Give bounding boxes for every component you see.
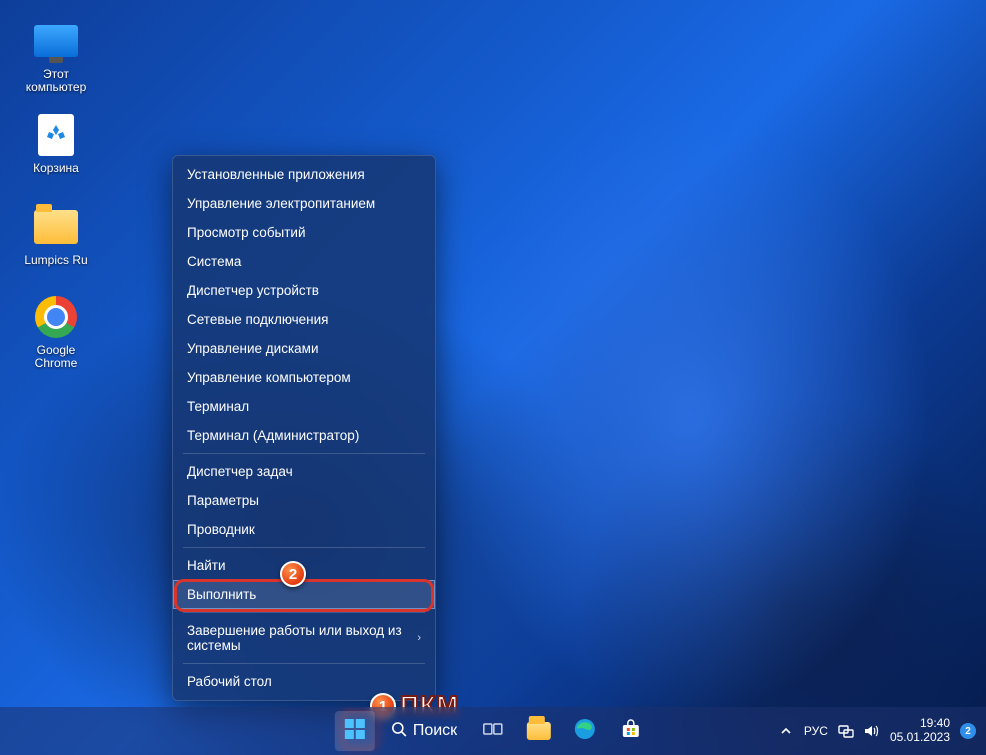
tray-chevron-up-icon[interactable]	[778, 723, 794, 739]
folder-icon	[527, 722, 551, 740]
search-placeholder: Поиск	[413, 722, 457, 740]
tray-date: 05.01.2023	[890, 731, 950, 745]
menu-item-system[interactable]: Система	[173, 247, 435, 276]
desktop-icon-label: Google Chrome	[18, 344, 94, 370]
menu-item-explorer[interactable]: Проводник	[173, 515, 435, 544]
menu-separator	[183, 612, 425, 613]
task-view-icon	[483, 721, 503, 741]
desktop-icon-label: Этот компьютер	[18, 68, 94, 94]
desktop-icon-lumpics[interactable]: Lumpics Ru	[18, 204, 94, 267]
desktop-icon-chrome[interactable]: Google Chrome	[18, 294, 94, 370]
menu-item-terminal-admin[interactable]: Терминал (Администратор)	[173, 421, 435, 450]
search-icon	[391, 721, 407, 742]
taskbar-store[interactable]	[611, 711, 651, 751]
menu-item-power-management[interactable]: Управление электропитанием	[173, 189, 435, 218]
chrome-icon	[33, 294, 79, 340]
menu-item-desktop[interactable]: Рабочий стол	[173, 667, 435, 696]
taskbar: Поиск РУС	[0, 707, 986, 755]
folder-icon	[33, 204, 79, 250]
windows-icon	[344, 718, 366, 744]
menu-item-installed-apps[interactable]: Установленные приложения	[173, 160, 435, 189]
tray-clock[interactable]: 19:40 05.01.2023	[890, 717, 950, 745]
menu-separator	[183, 663, 425, 664]
recycle-bin-icon	[33, 112, 79, 158]
chevron-right-icon: ›	[417, 632, 421, 644]
taskbar-explorer[interactable]	[519, 711, 559, 751]
volume-icon[interactable]	[864, 723, 880, 739]
start-context-menu: Установленные приложения Управление элек…	[172, 155, 436, 701]
taskbar-task-view[interactable]	[473, 711, 513, 751]
desktop[interactable]: Этот компьютер Корзина Lumpics Ru Google…	[0, 0, 986, 755]
start-button[interactable]	[335, 711, 375, 751]
notification-badge[interactable]: 2	[960, 723, 976, 739]
desktop-icon-label: Корзина	[18, 162, 94, 175]
menu-item-search[interactable]: Найти	[173, 551, 435, 580]
menu-separator	[183, 453, 425, 454]
menu-item-disk-management[interactable]: Управление дисками	[173, 334, 435, 363]
menu-item-computer-management[interactable]: Управление компьютером	[173, 363, 435, 392]
desktop-icon-this-pc[interactable]: Этот компьютер	[18, 18, 94, 94]
store-icon	[621, 719, 641, 743]
tray-time: 19:40	[890, 717, 950, 731]
menu-item-terminal[interactable]: Терминал	[173, 392, 435, 421]
menu-item-network-connections[interactable]: Сетевые подключения	[173, 305, 435, 334]
desktop-icon-label: Lumpics Ru	[18, 254, 94, 267]
menu-item-device-manager[interactable]: Диспетчер устройств	[173, 276, 435, 305]
tray-language[interactable]: РУС	[804, 724, 828, 738]
network-icon[interactable]	[838, 723, 854, 739]
menu-item-run[interactable]: Выполнить	[173, 580, 435, 609]
menu-item-shutdown[interactable]: Завершение работы или выход из системы›	[173, 616, 435, 660]
edge-icon	[574, 718, 596, 744]
taskbar-search[interactable]: Поиск	[381, 711, 467, 751]
menu-item-settings[interactable]: Параметры	[173, 486, 435, 515]
monitor-icon	[33, 18, 79, 64]
menu-item-task-manager[interactable]: Диспетчер задач	[173, 457, 435, 486]
system-tray: РУС 19:40 05.01.2023 2	[778, 717, 976, 745]
menu-item-event-viewer[interactable]: Просмотр событий	[173, 218, 435, 247]
taskbar-edge[interactable]	[565, 711, 605, 751]
menu-separator	[183, 547, 425, 548]
desktop-icon-recycle-bin[interactable]: Корзина	[18, 112, 94, 175]
